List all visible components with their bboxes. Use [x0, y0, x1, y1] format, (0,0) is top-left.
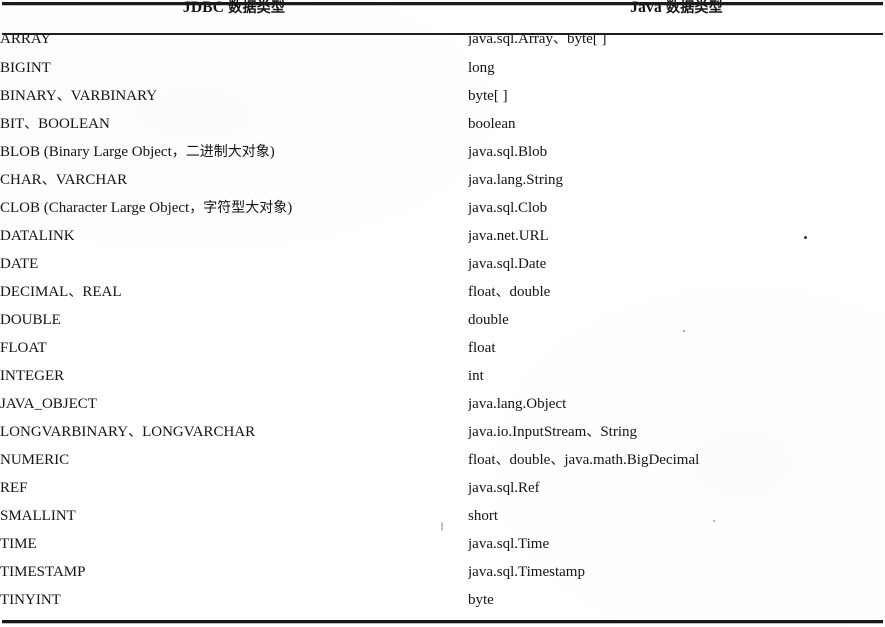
cell-java-type: java.sql.Ref [468, 479, 540, 496]
cell-java-type: java.net.URL [468, 227, 549, 244]
table-row: BINARY、VARBINARY byte[ ] [0, 83, 885, 111]
cell-jdbc-type: BLOB (Binary Large Object，二进制大对象) [0, 143, 275, 160]
table-row: FLOAT float [0, 335, 885, 363]
cell-java-type: float [468, 339, 496, 356]
table-row: JAVA_OBJECT java.lang.Object [0, 391, 885, 419]
cell-java-type: byte[ ] [468, 87, 508, 104]
cell-jdbc-type: TINYINT [0, 591, 61, 608]
cell-jdbc-type: TIMESTAMP [0, 563, 86, 580]
table-row: DATALINK java.net.URL [0, 223, 885, 251]
cell-java-type: java.io.InputStream、String [468, 423, 637, 440]
cell-java-type: float、double [468, 283, 551, 300]
cell-jdbc-type: DOUBLE [0, 311, 61, 328]
cell-jdbc-type: JAVA_OBJECT [0, 395, 97, 412]
cell-java-type: long [468, 59, 495, 76]
cell-java-type: java.sql.Clob [468, 199, 548, 216]
cell-jdbc-type: TIME [0, 535, 37, 552]
cell-java-type: java.lang.String [468, 171, 563, 188]
cell-jdbc-type: LONGVARBINARY、LONGVARCHAR [0, 423, 256, 440]
table-row: BLOB (Binary Large Object，二进制大对象) java.sq… [0, 139, 885, 167]
table-row: DECIMAL、REAL float、double [0, 279, 885, 307]
cell-jdbc-type: BIT、BOOLEAN [0, 115, 110, 132]
table-row: DATE java.sql.Date [0, 251, 885, 279]
cell-jdbc-type: DATE [0, 255, 39, 272]
table-row: BIT、BOOLEAN boolean [0, 111, 885, 139]
cell-java-type: java.sql.Timestamp [468, 563, 585, 580]
table-row: TINYINT byte [0, 587, 885, 615]
cell-jdbc-type: FLOAT [0, 339, 47, 356]
table-row: CHAR、VARCHAR java.lang.String [0, 167, 885, 195]
cell-jdbc-type: ARRAY [0, 30, 52, 47]
cell-jdbc-type: BIGINT [0, 59, 51, 76]
cell-java-type: boolean [468, 115, 516, 132]
jdbc-java-type-mapping-table: JDBC 数据类型 Java 数据类型 ARRAY java.sql.Array、… [0, 0, 885, 615]
cell-java-type: byte [468, 591, 494, 608]
table-top-rule [2, 2, 883, 6]
table-body: ARRAY java.sql.Array、byte[ ] BIGINT long BIN… [0, 25, 885, 615]
table-row: TIMESTAMP java.sql.Timestamp [0, 559, 885, 587]
cell-jdbc-type: NUMERIC [0, 451, 70, 468]
cell-java-type: short [468, 507, 498, 524]
cell-java-type: double [468, 311, 509, 328]
table-row: CLOB (Character Large Object，字符型大对象) java… [0, 195, 885, 223]
table-bottom-rule [2, 620, 883, 624]
cell-java-type: java.sql.Blob [468, 143, 548, 160]
table-row: ARRAY java.sql.Array、byte[ ] [0, 25, 885, 55]
table-row: NUMERIC float、double、java.math.BigDecimal [0, 447, 885, 475]
cell-jdbc-type: DATALINK [0, 227, 75, 244]
cell-java-type: int [468, 367, 484, 384]
cell-java-type: float、double、java.math.BigDecimal [468, 451, 700, 468]
cell-jdbc-type: CLOB (Character Large Object，字符型大对象) [0, 199, 293, 216]
table-row: DOUBLE double [0, 307, 885, 335]
table-row: SMALLINT short [0, 503, 885, 531]
cell-jdbc-type: CHAR、VARCHAR [0, 171, 128, 188]
cell-java-type: java.lang.Object [468, 395, 567, 412]
table-header-rule [2, 33, 883, 35]
cell-java-type: java.sql.Date [468, 255, 547, 272]
table-row: TIME java.sql.Time [0, 531, 885, 559]
cell-java-type: java.sql.Time [468, 535, 550, 552]
table-row: BIGINT long [0, 55, 885, 83]
table-row: LONGVARBINARY、LONGVARCHAR java.io.InputSt… [0, 419, 885, 447]
scanned-page: JDBC 数据类型 Java 数据类型 ARRAY java.sql.Array、… [0, 0, 885, 627]
table-row: REF java.sql.Ref [0, 475, 885, 503]
cell-jdbc-type: BINARY、VARBINARY [0, 87, 158, 104]
cell-jdbc-type: SMALLINT [0, 507, 76, 524]
cell-java-type: java.sql.Array、byte[ ] [468, 30, 607, 47]
cell-jdbc-type: REF [0, 479, 28, 496]
cell-jdbc-type: INTEGER [0, 367, 65, 384]
cell-jdbc-type: DECIMAL、REAL [0, 283, 122, 300]
table-row: INTEGER int [0, 363, 885, 391]
